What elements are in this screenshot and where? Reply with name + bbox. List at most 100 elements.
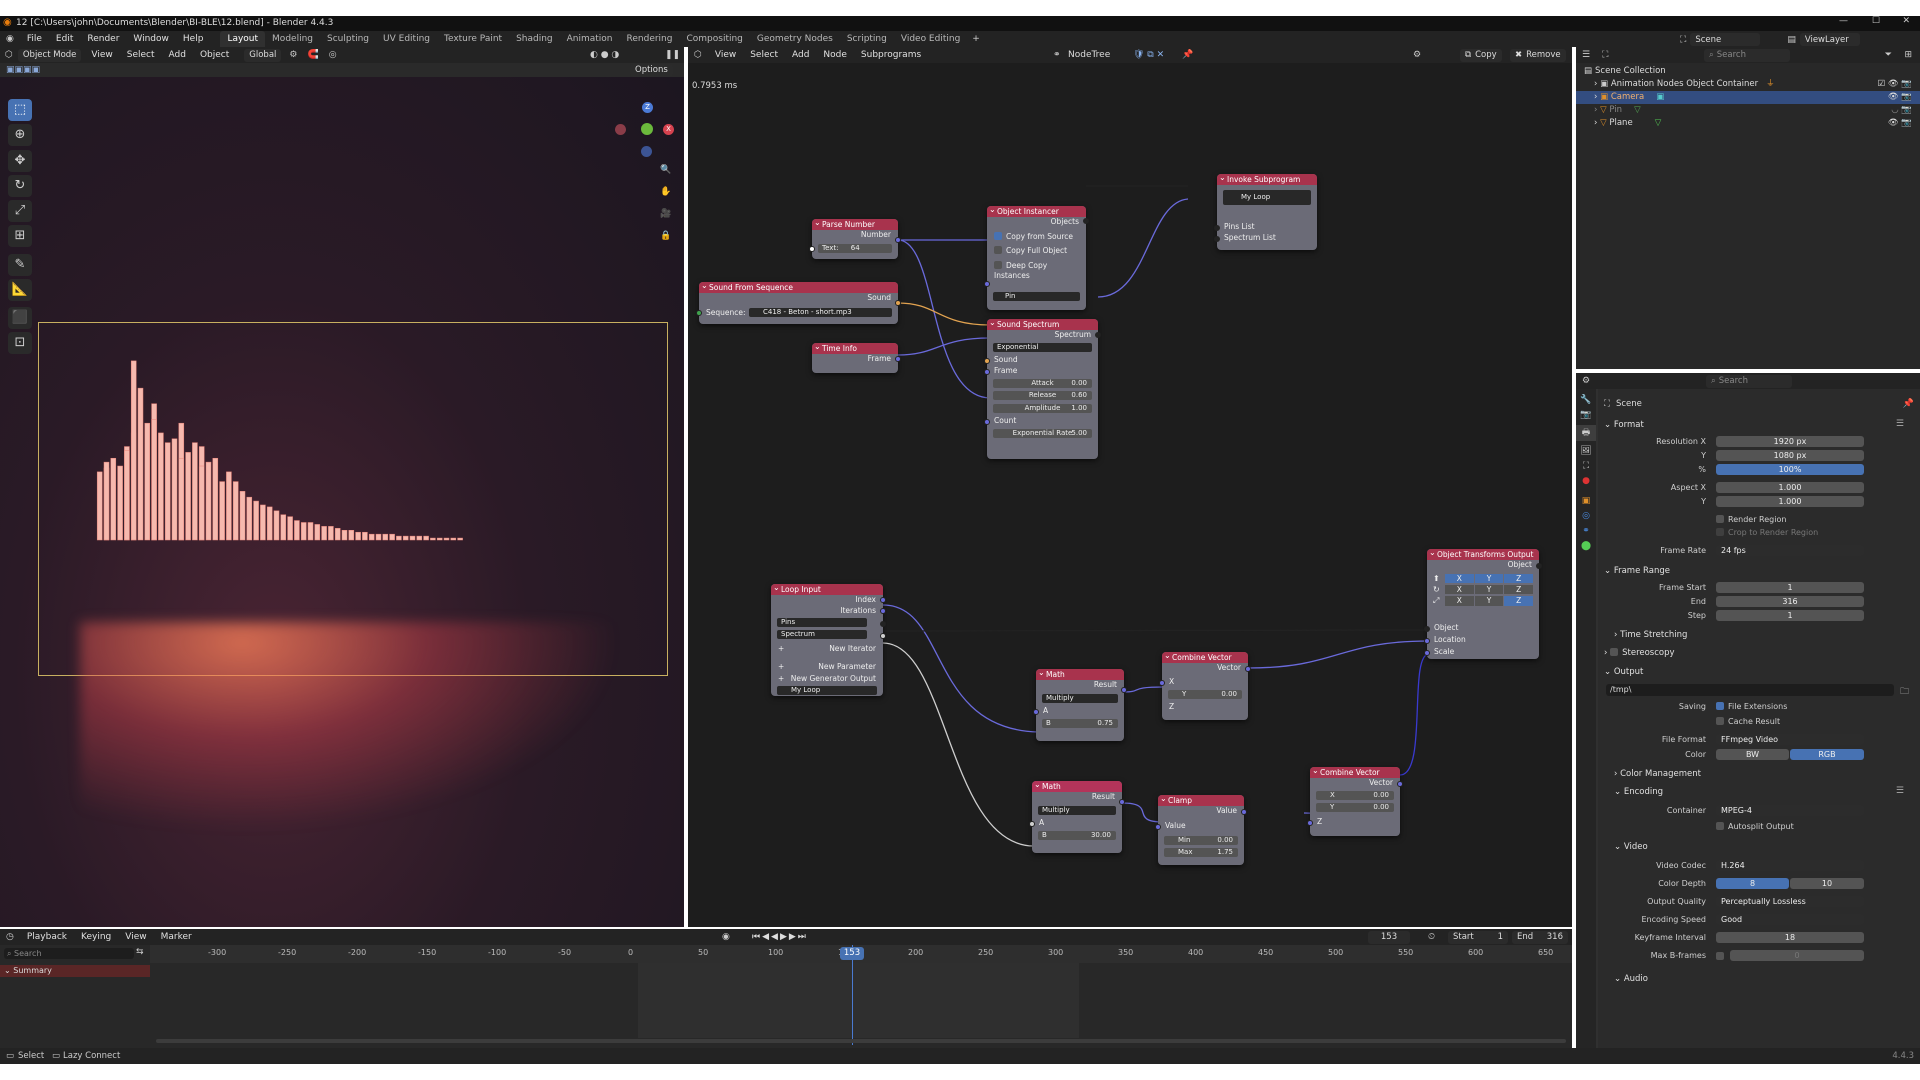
- node-editor[interactable]: ⬡ View Select Add Node Subprograms ⚭ Nod…: [688, 47, 1572, 927]
- operation-selector[interactable]: Multiply: [1042, 694, 1118, 703]
- rotate-tool[interactable]: ↻: [8, 175, 32, 197]
- stereoscopy-header[interactable]: › Stereoscopy: [1604, 647, 1675, 659]
- outliner-filter-icon[interactable]: ⏷: [1885, 50, 1892, 60]
- outliner-row-container[interactable]: › ▣ Animation Nodes Object Container ⏚ ☑ 👁…: [1576, 78, 1920, 91]
- socket-sound-in[interactable]: [984, 358, 990, 364]
- pan-icon[interactable]: ✋: [660, 187, 671, 197]
- node-invoke-subprogram[interactable]: Invoke Subprogram My Loop Pins List Spec…: [1214, 172, 1317, 250]
- socket-object-in[interactable]: [1424, 626, 1430, 632]
- format-panel-header[interactable]: ⌄ Format: [1604, 419, 1644, 431]
- node-math-2[interactable]: Math Result Multiply A B30.00: [1029, 779, 1125, 853]
- outliner-row-pin[interactable]: › ▽ Pin ▽ ◡ 📷: [1576, 104, 1920, 117]
- socket-scale-in[interactable]: [1424, 650, 1430, 656]
- render-region-row[interactable]: Render Region: [1598, 514, 1868, 526]
- viewport-menu-view[interactable]: View: [84, 48, 119, 62]
- add-workspace-button[interactable]: +: [967, 34, 985, 44]
- tab-modeling[interactable]: Modeling: [265, 31, 320, 47]
- move-tool[interactable]: ✥: [8, 150, 32, 172]
- visibility-icons[interactable]: ◡ 📷: [1891, 104, 1912, 117]
- subprogram-selector[interactable]: My Loop: [1223, 190, 1311, 205]
- socket-vector[interactable]: [1397, 781, 1403, 787]
- snap-icon[interactable]: 🧲: [302, 50, 323, 60]
- scene-collection[interactable]: ▤ Scene Collection: [1576, 65, 1920, 78]
- current-frame-field[interactable]: 153: [1368, 930, 1410, 944]
- sequence-selector[interactable]: C418 - Beton - short.mp3: [749, 308, 892, 317]
- tab-data-icon[interactable]: ⬤: [1576, 541, 1596, 551]
- outliner[interactable]: ☰ ⛶ ⌕ Search ⏷ ⊞ ▤ Scene Collection › ▣ An…: [1576, 47, 1920, 369]
- presets-icon[interactable]: ☰: [1896, 419, 1904, 429]
- frame-range-panel-header[interactable]: ⌄ Frame Range: [1604, 565, 1670, 577]
- minimize-button[interactable]: —: [1839, 16, 1848, 26]
- depth-8-button[interactable]: 8: [1716, 878, 1789, 889]
- pause-icon[interactable]: ❚❚: [665, 50, 680, 60]
- node-loop-input[interactable]: Loop Input Index Iterations Pins Spectru…: [771, 582, 886, 696]
- outliner-type-icon[interactable]: ☰: [1576, 50, 1596, 60]
- visibility-icons[interactable]: 👁 📷: [1888, 91, 1912, 104]
- viewport-area[interactable]: ⬡ Object Mode View Select Add Object Glo…: [0, 47, 684, 927]
- video-codec-dropdown[interactable]: H.264: [1716, 860, 1864, 871]
- tab-animation[interactable]: Animation: [560, 31, 620, 47]
- maximize-button[interactable]: ☐: [1872, 16, 1880, 26]
- pivot-icon[interactable]: ⚙: [284, 50, 302, 60]
- new-iterator-button[interactable]: + New Iterator: [771, 644, 883, 655]
- tab-texture-paint[interactable]: Texture Paint: [437, 31, 509, 47]
- text-field[interactable]: Text: 64: [818, 244, 892, 253]
- output-panel-header[interactable]: ⌄ Output: [1604, 666, 1643, 678]
- option-deep-copy[interactable]: Deep Copy: [987, 260, 1086, 272]
- shading-solid-icon[interactable]: ◐ ● ◑: [590, 50, 619, 60]
- swap-icon[interactable]: ⇆: [136, 947, 144, 957]
- viewport-menu-add[interactable]: Add: [162, 48, 193, 62]
- summary-row[interactable]: ⌄ Summary: [0, 965, 150, 977]
- lock-icon[interactable]: 🔒: [660, 231, 671, 241]
- annotate-tool[interactable]: ✎: [8, 254, 32, 276]
- tab-sculpting[interactable]: Sculpting: [320, 31, 376, 47]
- record-icon[interactable]: ◉: [722, 932, 730, 942]
- video-header[interactable]: ⌄ Video: [1614, 841, 1648, 853]
- new-collection-icon[interactable]: ⊞: [1904, 50, 1912, 60]
- socket-pins[interactable]: [880, 621, 886, 627]
- mode-selector[interactable]: Object Mode: [17, 48, 82, 62]
- tab-layout[interactable]: Layout: [220, 31, 266, 47]
- frame-step-field[interactable]: 1: [1716, 610, 1864, 621]
- tab-render-icon[interactable]: 📷: [1576, 410, 1596, 420]
- properties-type-icon[interactable]: ⚙: [1576, 376, 1596, 386]
- file-format-dropdown[interactable]: FFmpeg Video: [1716, 734, 1864, 745]
- rot-y[interactable]: Y: [1474, 585, 1504, 594]
- socket-pins-list[interactable]: [1214, 225, 1220, 231]
- tab-world-icon[interactable]: ●: [1576, 476, 1596, 486]
- b-field[interactable]: B 0.75: [1042, 719, 1118, 728]
- playback-controls-icon[interactable]: ⏮◀◀▶▶⏭: [752, 932, 808, 942]
- socket-a[interactable]: [1033, 709, 1039, 715]
- playhead-label[interactable]: 153: [840, 947, 864, 960]
- output-quality-dropdown[interactable]: Perceptually Lossless: [1716, 896, 1864, 907]
- frame-end-field[interactable]: 316: [1716, 596, 1864, 607]
- encoding-presets-icon[interactable]: ☰: [1896, 786, 1904, 796]
- tab-constraints-icon[interactable]: ⚭: [1576, 526, 1596, 536]
- timeline-type-icon[interactable]: ◷: [0, 932, 20, 942]
- socket-result[interactable]: [1119, 799, 1125, 805]
- loc-x[interactable]: X: [1445, 574, 1474, 583]
- cache-row[interactable]: Cache Result: [1598, 716, 1868, 728]
- socket-sequence[interactable]: [696, 310, 702, 316]
- new-generator-button[interactable]: + New Generator Output: [771, 674, 883, 685]
- socket-result[interactable]: [1121, 687, 1127, 693]
- add-cube-tool[interactable]: ⬛: [8, 307, 32, 329]
- scene-selector[interactable]: Scene: [1690, 33, 1761, 46]
- pins-parameter[interactable]: Pins: [777, 618, 867, 627]
- start-frame-field[interactable]: Start 1: [1448, 930, 1508, 944]
- encoding-header[interactable]: ⌄ Encoding: [1614, 786, 1663, 798]
- viewport-menu-select[interactable]: Select: [120, 48, 162, 62]
- tab-view-layer-icon[interactable]: 🖼: [1576, 446, 1596, 456]
- socket-object-out[interactable]: [1536, 563, 1542, 569]
- scale-z[interactable]: Z: [1504, 596, 1534, 606]
- menu-edit[interactable]: Edit: [49, 32, 80, 46]
- spectrum-parameter[interactable]: Spectrum: [777, 630, 867, 639]
- socket-spectrum[interactable]: [880, 633, 886, 639]
- socket-value-out[interactable]: [1241, 809, 1247, 815]
- socket-value-in[interactable]: [1155, 824, 1161, 830]
- cursor-tool[interactable]: ⊕: [8, 124, 32, 146]
- socket-spectrum-out[interactable]: [1095, 332, 1101, 338]
- exp-rate-field[interactable]: Exponential Rate 5.00: [993, 429, 1092, 438]
- orientation-selector[interactable]: Global: [244, 48, 282, 62]
- frame-start-field[interactable]: 1: [1716, 582, 1864, 593]
